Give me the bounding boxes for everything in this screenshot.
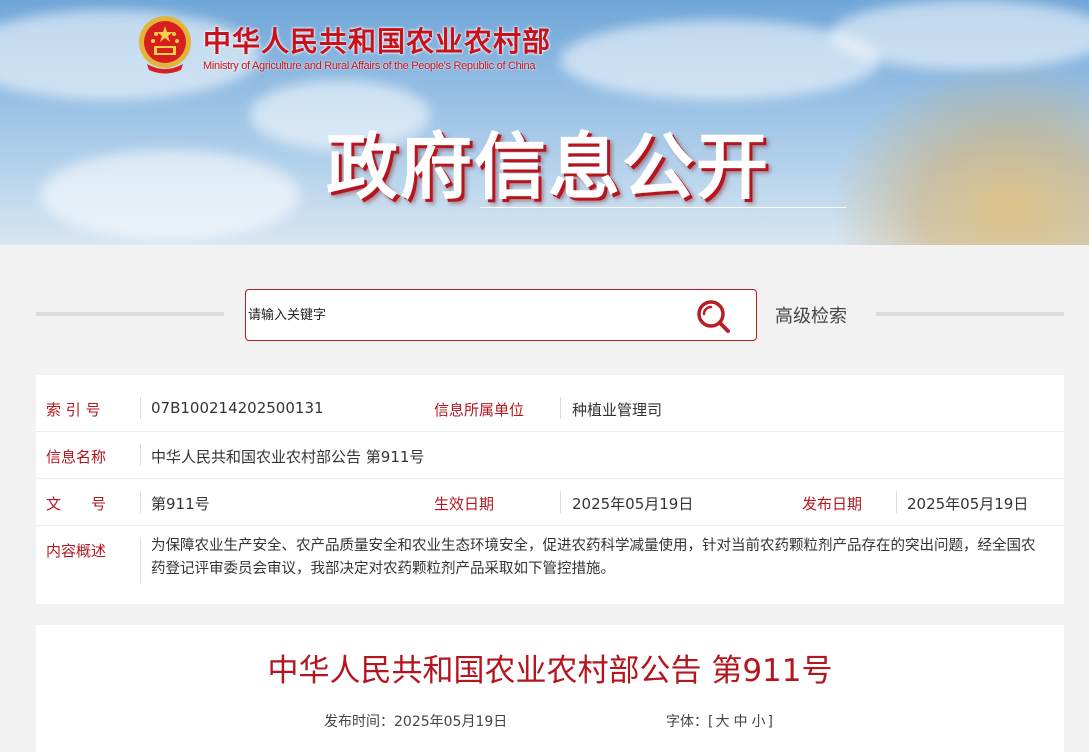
index-no-label: 索 引 号 <box>46 401 101 419</box>
unit-label: 信息所属单位 <box>434 401 525 419</box>
publish-time: 发布时间：2025年05月19日 <box>324 711 507 731</box>
divider <box>140 538 141 584</box>
divider <box>560 397 561 419</box>
info-panel: 索 引 号 07B100214202500131 信息所属单位 种植业管理司 信… <box>36 375 1064 604</box>
info-row-index: 索 引 号 07B100214202500131 信息所属单位 种植业管理司 <box>36 385 1064 432</box>
divider <box>896 491 897 513</box>
doc-no-label: 文 号 <box>46 495 107 513</box>
divider <box>140 397 141 419</box>
search-icon[interactable] <box>696 299 732 335</box>
decorative-rule <box>876 312 1064 316</box>
unit-value: 种植业管理司 <box>572 401 663 419</box>
publish-time-label: 发布时间： <box>324 714 394 730</box>
info-row-summary: 内容概述 为保障农业生产安全、农产品质量安全和农业生态环境安全，促进农药科学减量… <box>36 526 1064 596</box>
effective-date-value: 2025年05月19日 <box>572 495 694 513</box>
search-box <box>245 289 757 341</box>
effective-date-label: 生效日期 <box>434 495 495 513</box>
divider <box>140 491 141 513</box>
index-no-value: 07B100214202500131 <box>151 399 324 417</box>
national-emblem-icon[interactable] <box>137 14 193 74</box>
banner-title: 政府信息公开 <box>326 125 771 209</box>
info-name-value: 中华人民共和国农业农村部公告 第911号 <box>151 448 425 466</box>
font-size-label: 字体： <box>666 714 708 730</box>
info-row-docno: 文 号 第911号 生效日期 2025年05月19日 发布日期 2025年05月… <box>36 479 1064 526</box>
summary-text: 为保障农业生产安全、农产品质量安全和农业生态环境安全，促进农药科学减量使用，针对… <box>151 538 1036 577</box>
ministry-name-en[interactable]: Ministry of Agriculture and Rural Affair… <box>203 60 536 72</box>
font-size-large-button[interactable]: 大 <box>713 714 731 730</box>
doc-no-value: 第911号 <box>151 495 210 513</box>
article-title: 中华人民共和国农业农村部公告 第911号 <box>267 653 833 689</box>
search-input[interactable] <box>248 300 668 330</box>
summary-label: 内容概述 <box>46 542 107 560</box>
ministry-name-cn[interactable]: 中华人民共和国农业农村部 <box>203 20 551 60</box>
banner-cloud <box>40 150 300 240</box>
header-banner: 中华人民共和国农业农村部 Ministry of Agriculture and… <box>0 0 1089 245</box>
publish-date-value: 2025年05月19日 <box>907 495 1029 513</box>
bracket-close: ] <box>767 714 773 730</box>
divider <box>140 444 141 466</box>
decorative-rule <box>36 312 224 316</box>
info-row-name: 信息名称 中华人民共和国农业农村部公告 第911号 <box>36 432 1064 479</box>
wheat-decoration <box>829 60 1089 245</box>
publish-date-label: 发布日期 <box>802 495 863 513</box>
banner-divider <box>480 207 846 208</box>
font-size-medium-button[interactable]: 中 <box>731 714 749 730</box>
article-section: 中华人民共和国农业农村部公告 第911号 发布时间：2025年05月19日 字体… <box>36 625 1064 752</box>
advanced-search-link[interactable]: 高级检索 <box>775 302 847 328</box>
font-size-small-button[interactable]: 小 <box>749 714 767 730</box>
divider <box>560 491 561 513</box>
search-row: 高级检索 <box>0 288 1089 342</box>
publish-time-value: 2025年05月19日 <box>394 714 508 730</box>
font-size-control: 字体：[大中小] <box>666 711 773 731</box>
info-name-label: 信息名称 <box>46 448 107 466</box>
